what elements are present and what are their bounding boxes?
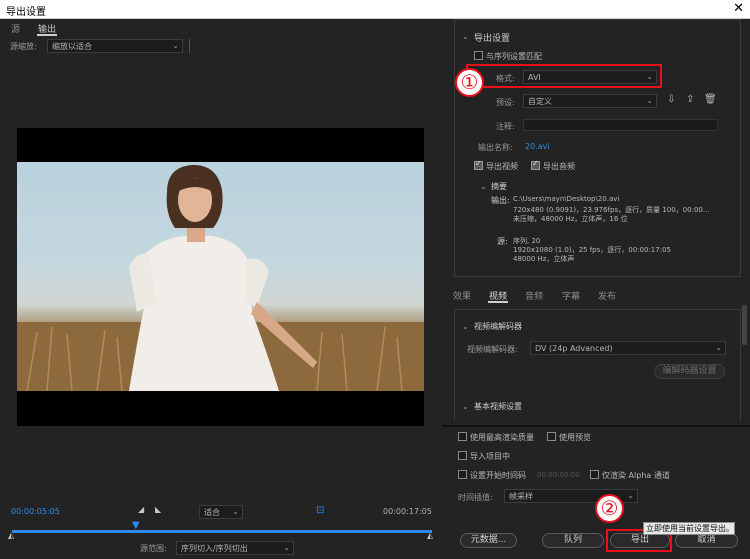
codec-value: DV (24p Advanced) [535, 344, 613, 353]
current-time[interactable]: 00:00:05:05 [11, 507, 60, 516]
alpha-only-checkbox[interactable] [590, 470, 599, 479]
summary-source-label: 源: [497, 237, 508, 246]
annotation-marker-2: ② [595, 494, 624, 523]
use-preview-label: 使用预览 [559, 433, 591, 442]
tab-underline [488, 301, 508, 303]
export-video-label: 导出视频 [486, 162, 518, 171]
comment-label: 注释: [496, 122, 515, 131]
format-highlight-box [466, 64, 662, 88]
start-timecode-value[interactable]: 00:00:00:00 [537, 471, 580, 479]
preset-value: 自定义 [528, 97, 552, 106]
summary-output-audio: 未压缩，48000 Hz，立体声，16 位 [513, 215, 628, 223]
range-start-handle-icon[interactable]: ◭ [8, 531, 14, 540]
alpha-only-label: 仅渲染 Alpha 通道 [602, 471, 670, 480]
tab-publish[interactable]: 发布 [598, 289, 616, 302]
delete-preset-icon[interactable]: 🗑 [704, 94, 717, 105]
preset-label: 预设: [496, 98, 515, 107]
tab-captions[interactable]: 字幕 [562, 289, 580, 302]
export-video-checkbox[interactable] [474, 159, 483, 170]
duration-time: 00:00:17:05 [383, 507, 432, 516]
timeline-scrubber[interactable] [12, 530, 432, 533]
mark-out-icon[interactable]: ◣ [155, 505, 161, 514]
import-project-label: 导入项目中 [470, 452, 510, 461]
chevron-down-icon: ⌄ [172, 41, 179, 50]
use-preview-checkbox[interactable] [547, 432, 556, 441]
source-range-label: 源范围: [140, 544, 167, 553]
tab-underline [37, 34, 57, 36]
save-preset-icon[interactable]: ⇩ [667, 94, 675, 105]
source-scale-dropdown[interactable]: 缩放以适合 ⌄ [47, 39, 183, 53]
export-settings-title: 导出设置 [474, 34, 511, 44]
tab-audio[interactable]: 音频 [525, 289, 543, 302]
zoom-dropdown[interactable]: 适合 ⌄ [199, 505, 243, 519]
source-range-dropdown[interactable]: 序列切入/序列切出 ⌄ [176, 541, 294, 555]
export-audio-checkbox[interactable] [531, 159, 540, 170]
basic-video-section-title: 基本视频设置 [474, 402, 522, 411]
import-preset-icon[interactable]: ⇪ [686, 94, 694, 105]
chevron-down-icon: ⌄ [715, 343, 722, 352]
range-end-handle-icon[interactable]: ◭ [427, 531, 433, 540]
time-interpolation-label: 时间插值: [458, 493, 493, 502]
match-sequence-label: 与序列设置匹配 [486, 52, 542, 61]
cancel-button[interactable]: 取消 [675, 533, 738, 548]
source-scale-value: 缩放以适合 [52, 42, 92, 51]
chevron-down-icon: ⌄ [627, 491, 634, 500]
export-audio-label: 导出音频 [543, 162, 575, 171]
summary-chevron-icon[interactable]: ⌄ [480, 182, 487, 191]
collapse-chevron-icon[interactable]: ⌄ [462, 402, 469, 411]
source-scale-label: 源缩放: [10, 42, 37, 51]
divider [442, 425, 750, 427]
scrollbar[interactable] [742, 305, 747, 345]
window-titlebar: 导出设置 ✕ [0, 0, 750, 19]
summary-output-label: 输出: [491, 196, 510, 205]
aspect-toggle-icon[interactable]: ⊡ [316, 505, 324, 516]
summary-output-path: C:\Users\mayn\Desktop\20.avi [513, 195, 620, 203]
queue-button[interactable]: 队列 [542, 533, 604, 548]
codec-label: 视频编解码器: [467, 345, 518, 354]
chevron-down-icon: ⌄ [283, 543, 290, 552]
metadata-button[interactable]: 元数据... [460, 533, 517, 548]
import-project-checkbox[interactable] [458, 451, 467, 460]
max-render-quality-label: 使用最高渲染质量 [470, 433, 534, 442]
summary-source-audio: 48000 Hz，立体声 [513, 255, 575, 263]
collapse-chevron-icon[interactable]: ⌄ [462, 322, 469, 331]
divider [189, 39, 190, 53]
close-icon[interactable]: ✕ [733, 1, 744, 16]
time-interpolation-value: 帧采样 [509, 492, 533, 501]
codec-section-title: 视频编解码器 [474, 322, 522, 331]
playhead-icon[interactable]: ▼ [132, 520, 140, 531]
summary-title: 摘要 [491, 182, 507, 191]
video-frame [17, 162, 424, 391]
tab-effects[interactable]: 效果 [453, 289, 471, 302]
codec-dropdown[interactable]: DV (24p Advanced) ⌄ [530, 341, 726, 355]
tab-source[interactable]: 源 [11, 22, 20, 35]
chevron-down-icon: ⌄ [646, 96, 653, 105]
max-render-quality-checkbox[interactable] [458, 432, 467, 441]
output-name-label: 输出名称: [478, 143, 513, 152]
collapse-chevron-icon[interactable]: ⌄ [462, 32, 469, 41]
output-name-link[interactable]: 20.avi [525, 142, 550, 151]
annotation-marker-1: ① [455, 68, 484, 97]
start-timecode-checkbox[interactable] [458, 470, 467, 479]
codec-settings-button[interactable]: 编解码器设置 [654, 364, 725, 379]
window-title: 导出设置 [6, 7, 46, 18]
mark-in-icon[interactable]: ◢ [138, 505, 144, 514]
match-sequence-checkbox[interactable] [474, 51, 483, 60]
zoom-value: 适合 [204, 508, 220, 517]
comment-input[interactable] [523, 119, 718, 131]
woman-in-field-image [17, 164, 424, 391]
export-tooltip: 立即使用当前设置导出。 [643, 522, 735, 535]
chevron-down-icon: ⌄ [232, 507, 239, 516]
preset-dropdown[interactable]: 自定义 ⌄ [523, 94, 657, 108]
start-timecode-label: 设置开始时间码 [470, 471, 526, 480]
source-range-value: 序列切入/序列切出 [181, 544, 248, 553]
